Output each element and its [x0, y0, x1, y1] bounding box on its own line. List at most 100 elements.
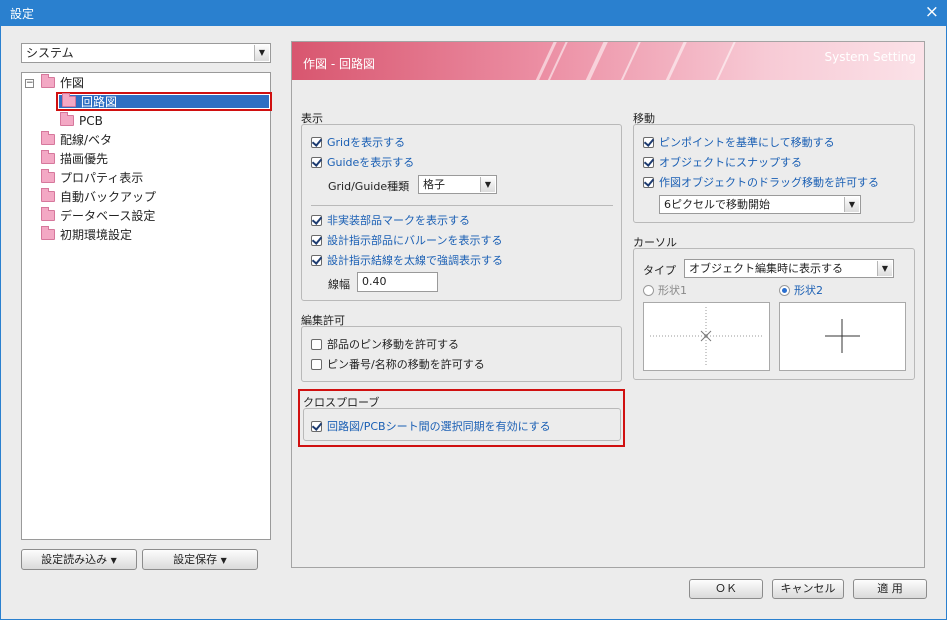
checkbox-checked-icon[interactable] [643, 157, 654, 168]
drag-threshold-select[interactable]: 6ピクセルで移動開始 ▼ [659, 195, 861, 214]
folder-icon [41, 74, 55, 88]
tree-item-pcb[interactable]: PCB [60, 112, 103, 130]
show-guide-label: Guideを表示する [327, 156, 415, 169]
allow-pin-move-checkbox[interactable]: 部品のピン移動を許可する [311, 337, 459, 353]
checkbox-unchecked-icon[interactable] [311, 359, 322, 370]
header-decoration [657, 42, 690, 80]
header-decoration [527, 42, 560, 80]
header-decoration [612, 42, 644, 80]
shape1-radio[interactable]: 形状1 [643, 284, 687, 298]
emphasize-wire-checkbox[interactable]: 設計指示結線を太線で強調表示する [311, 253, 503, 269]
title-bar: 設定 × [0, 0, 947, 26]
tree-item-auto-backup[interactable]: 自動バックアップ [41, 188, 156, 206]
cursor-type-label: タイプ [643, 264, 676, 277]
checkbox-checked-icon[interactable] [311, 235, 322, 246]
checkbox-checked-icon[interactable] [311, 255, 322, 266]
allow-pin-name-move-label: ピン番号/名称の移動を許可する [327, 358, 485, 371]
enable-sync-checkbox[interactable]: 回路図/PCBシート間の選択同期を有効にする [311, 419, 551, 435]
enable-sync-label: 回路図/PCBシート間の選択同期を有効にする [327, 420, 551, 433]
chevron-down-icon[interactable]: ▼ [254, 45, 269, 61]
emphasize-wire-label: 設計指示結線を太線で強調表示する [327, 254, 503, 267]
show-grid-checkbox[interactable]: Gridを表示する [311, 135, 405, 151]
folder-icon [41, 226, 55, 240]
category-select-value: システム [26, 46, 74, 60]
save-settings-button[interactable]: 設定保存 ▼ [142, 549, 258, 570]
crosshair-dotted-icon [650, 307, 763, 366]
category-select[interactable]: システム ▼ [21, 43, 271, 63]
radio-selected-icon[interactable] [779, 285, 790, 296]
checkbox-checked-icon[interactable] [311, 157, 322, 168]
shape2-preview[interactable] [779, 302, 906, 371]
tree-item-label: 初期環境設定 [60, 228, 133, 242]
shape1-preview[interactable] [643, 302, 770, 371]
chevron-down-icon[interactable]: ▼ [480, 177, 495, 192]
allow-pin-name-move-checkbox[interactable]: ピン番号/名称の移動を許可する [311, 357, 485, 373]
divider [311, 205, 613, 206]
apply-button[interactable]: 適 用 [853, 579, 927, 599]
load-settings-label: 設定読み込み [41, 553, 108, 566]
tree-item-label: プロパティ表示 [60, 171, 144, 185]
grid-guide-type-select[interactable]: 格子 ▼ [418, 175, 497, 194]
folder-icon [41, 169, 55, 183]
header-decoration [707, 42, 739, 80]
window-title: 設定 [10, 7, 35, 21]
tree-item-root[interactable]: 作図 [41, 74, 84, 92]
snap-checkbox[interactable]: オブジェクトにスナップする [643, 155, 802, 171]
drag-threshold-value: 6ピクセルで移動開始 [664, 198, 770, 211]
show-unmounted-mark-checkbox[interactable]: 非実装部品マークを表示する [311, 213, 470, 229]
tree-item-schematic-label: 回路図 [81, 95, 118, 109]
shape2-radio[interactable]: 形状2 [779, 284, 823, 298]
collapse-icon[interactable]: − [25, 79, 34, 88]
checkbox-checked-icon[interactable] [311, 421, 322, 432]
pin-point-label: ピンポイントを基準にして移動する [659, 136, 835, 149]
drag-checkbox[interactable]: 作図オブジェクトのドラッグ移動を許可する [643, 175, 879, 191]
panel-title: 作図 - 回路図 [303, 57, 375, 71]
tree-item-wiring[interactable]: 配線/ベタ [41, 131, 112, 149]
show-balloon-label: 設計指示部品にバルーンを表示する [327, 234, 503, 247]
load-settings-button[interactable]: 設定読み込み ▼ [21, 549, 137, 570]
header-decoration [577, 42, 611, 80]
tree-item-label: 描画優先 [60, 152, 109, 166]
checkbox-checked-icon[interactable] [311, 137, 322, 148]
tree-item-database[interactable]: データベース設定 [41, 207, 155, 225]
pin-point-checkbox[interactable]: ピンポイントを基準にして移動する [643, 135, 835, 151]
folder-icon [41, 131, 55, 145]
tree-item-selected-highlight[interactable]: 回路図 [56, 92, 272, 111]
cursor-type-value: オブジェクト編集時に表示する [689, 262, 843, 275]
checkbox-checked-icon[interactable] [643, 137, 654, 148]
show-balloon-checkbox[interactable]: 設計指示部品にバルーンを表示する [311, 233, 502, 249]
tree-item-pcb-label: PCB [79, 114, 103, 128]
checkbox-checked-icon[interactable] [643, 177, 654, 188]
show-grid-label: Gridを表示する [327, 136, 406, 149]
tree-item-root-label: 作図 [60, 76, 85, 90]
shape1-label: 形状1 [658, 284, 687, 297]
tree-item-initial-env[interactable]: 初期環境設定 [41, 226, 132, 244]
crosshair-icon [825, 319, 860, 353]
folder-icon [62, 93, 76, 107]
line-width-input[interactable]: 0.40 [357, 272, 438, 292]
chevron-down-icon: ▼ [220, 556, 227, 565]
tree-item-property-display[interactable]: プロパティ表示 [41, 169, 143, 187]
snap-label: オブジェクトにスナップする [659, 156, 802, 169]
checkbox-checked-icon[interactable] [311, 215, 322, 226]
folder-icon [41, 150, 55, 164]
cancel-button[interactable]: キャンセル [772, 579, 844, 599]
panel-header: 作図 - 回路図 System Setting [292, 42, 924, 80]
tree-item-schematic[interactable]: 回路図 [59, 93, 269, 109]
cursor-type-select[interactable]: オブジェクト編集時に表示する ▼ [684, 259, 894, 278]
chevron-down-icon[interactable]: ▼ [844, 197, 859, 212]
radio-unselected-icon[interactable] [643, 285, 654, 296]
line-width-label: 線幅 [328, 278, 350, 291]
chevron-down-icon: ▼ [110, 556, 117, 565]
show-guide-checkbox[interactable]: Guideを表示する [311, 155, 414, 171]
ok-button[interactable]: ＯＫ [689, 579, 763, 599]
close-icon[interactable]: × [925, 2, 939, 22]
folder-icon [41, 207, 55, 221]
panel-subtitle: System Setting [824, 50, 916, 64]
chevron-down-icon[interactable]: ▼ [877, 261, 892, 276]
allow-pin-move-label: 部品のピン移動を許可する [327, 338, 459, 351]
checkbox-unchecked-icon[interactable] [311, 339, 322, 350]
tree-item-draw-priority[interactable]: 描画優先 [41, 150, 108, 168]
grid-guide-type-label: Grid/Guide種類 [328, 180, 410, 193]
folder-icon [41, 188, 55, 202]
